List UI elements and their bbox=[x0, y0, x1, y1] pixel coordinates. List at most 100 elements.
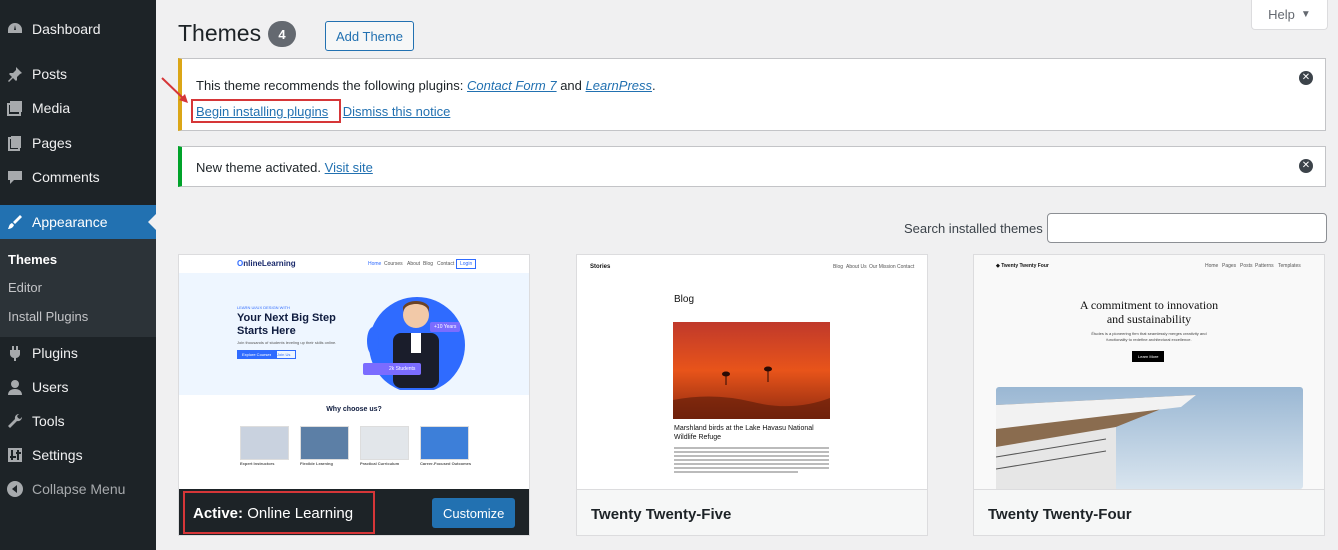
search-themes-input[interactable] bbox=[1047, 213, 1327, 243]
contact-form-7-link[interactable]: Contact Form 7 bbox=[467, 78, 557, 93]
learnpress-link[interactable]: LearnPress bbox=[586, 78, 652, 93]
preview-nav: About Us bbox=[846, 264, 867, 270]
menu-label: Appearance bbox=[32, 214, 108, 230]
preview-nav: Courses bbox=[384, 261, 403, 267]
notice-and: and bbox=[560, 78, 582, 93]
theme-card-twenty-twenty-four[interactable]: ◆ Twenty Twenty Four Home Pages Posts Pa… bbox=[973, 254, 1325, 536]
page-title: Themes bbox=[178, 20, 262, 46]
visit-site-link[interactable]: Visit site bbox=[325, 160, 373, 175]
close-icon[interactable]: ✕ bbox=[1299, 159, 1313, 173]
appearance-submenu: Themes Editor Install Plugins bbox=[0, 239, 156, 337]
preview-nav: Posts bbox=[1240, 263, 1253, 269]
settings-icon bbox=[6, 446, 24, 464]
theme-activated-notice: New theme activated. Visit site ✕ bbox=[178, 146, 1326, 187]
feature-image bbox=[240, 426, 289, 460]
preview-body-text bbox=[674, 447, 829, 475]
collapse-icon bbox=[6, 480, 24, 498]
annotation-arrow bbox=[161, 77, 188, 103]
menu-posts[interactable]: Posts bbox=[0, 57, 156, 91]
submenu-install-plugins[interactable]: Install Plugins bbox=[8, 309, 88, 324]
preview-badge: +10 Years bbox=[430, 322, 461, 332]
preview-caption: Marshland birds at the Lake Havasu Natio… bbox=[674, 425, 814, 441]
menu-label: Tools bbox=[32, 413, 65, 429]
menu-label: Comments bbox=[32, 169, 100, 185]
preview-cta: Join Us bbox=[271, 350, 297, 359]
admin-sidebar: Dashboard Posts Media Pages Comments App… bbox=[0, 0, 156, 550]
preview-nav: Login bbox=[456, 259, 477, 269]
menu-pages[interactable]: Pages bbox=[0, 126, 156, 160]
menu-appearance[interactable]: Appearance bbox=[0, 205, 156, 239]
collapse-menu-label: Collapse Menu bbox=[32, 481, 126, 497]
highlight-box bbox=[183, 491, 375, 534]
submenu-themes[interactable]: Themes bbox=[8, 252, 57, 267]
menu-plugins[interactable]: Plugins bbox=[0, 336, 156, 370]
menu-media[interactable]: Media bbox=[0, 91, 156, 125]
plugin-icon bbox=[6, 344, 24, 362]
preview-nav: Contact bbox=[897, 264, 915, 270]
caret-down-icon: ▼ bbox=[1300, 9, 1311, 20]
dismiss-notice-link[interactable]: Dismiss this notice bbox=[343, 104, 451, 119]
preview-headline: Your Next Big Step Starts Here bbox=[237, 312, 336, 337]
menu-dashboard[interactable]: Dashboard bbox=[0, 12, 156, 46]
feature-image bbox=[420, 426, 469, 460]
menu-comments[interactable]: Comments bbox=[0, 160, 156, 194]
menu-tools[interactable]: Tools bbox=[0, 404, 156, 438]
theme-screenshot: Stories Blog About Us Our Mission Contac… bbox=[577, 255, 927, 489]
menu-users[interactable]: Users bbox=[0, 370, 156, 404]
menu-settings[interactable]: Settings bbox=[0, 438, 156, 472]
notice-prefix: This theme recommends the following plug… bbox=[196, 78, 464, 93]
preview-badge: 2k Students bbox=[363, 363, 422, 375]
close-icon[interactable]: ✕ bbox=[1299, 71, 1313, 85]
preview-body-text: Études is a pioneering firm that seamles… bbox=[1091, 331, 1207, 342]
help-tab-button[interactable]: Help ▼ bbox=[1251, 0, 1328, 30]
pages-icon bbox=[6, 134, 24, 152]
comment-icon bbox=[6, 168, 24, 186]
dashboard-icon bbox=[6, 20, 24, 38]
preview-subline: Join thousands of students leveling up t… bbox=[237, 340, 337, 345]
preview-nav: About bbox=[407, 261, 421, 267]
feature-image bbox=[300, 426, 349, 460]
preview-logo: OnlineLearning bbox=[237, 259, 296, 268]
media-icon bbox=[6, 99, 24, 117]
search-label: Search installed themes bbox=[904, 221, 1043, 236]
current-menu-arrow bbox=[148, 214, 156, 230]
preview-nav: Home bbox=[368, 261, 382, 267]
preview-nav: Home bbox=[1205, 263, 1219, 269]
site-logo-icon: ◆ bbox=[996, 263, 1000, 269]
activated-text: New theme activated. bbox=[196, 160, 322, 175]
theme-name: Twenty Twenty-Five bbox=[591, 506, 732, 523]
preview-site-title: ◆ Twenty Twenty Four bbox=[996, 263, 1049, 269]
feature-image bbox=[360, 426, 409, 460]
customize-button[interactable]: Customize bbox=[432, 498, 516, 528]
preview-nav: Blog bbox=[423, 261, 434, 267]
preview-headline: A commitment to innovation and sustainab… bbox=[1079, 298, 1219, 326]
feature-title: Practical Curriculum bbox=[360, 461, 400, 466]
preview-hero-image bbox=[996, 387, 1303, 489]
menu-label: Plugins bbox=[32, 345, 78, 361]
preview-nav: Contact bbox=[437, 261, 455, 267]
menu-label: Settings bbox=[32, 447, 83, 463]
preview-section-title: Why choose us? bbox=[326, 406, 382, 413]
user-icon bbox=[6, 378, 24, 396]
notice-message: This theme recommends the following plug… bbox=[196, 78, 656, 93]
theme-count-badge: 4 bbox=[268, 21, 296, 47]
menu-label: Users bbox=[32, 379, 69, 395]
preview-heading: Blog bbox=[674, 294, 695, 305]
preview-hero-image bbox=[673, 322, 830, 419]
feature-title: Flexible Learning bbox=[300, 461, 333, 466]
submenu-editor[interactable]: Editor bbox=[8, 280, 42, 295]
theme-card-twenty-twenty-five[interactable]: Stories Blog About Us Our Mission Contac… bbox=[576, 254, 928, 536]
add-theme-button[interactable]: Add Theme bbox=[325, 21, 414, 51]
pushpin-icon bbox=[6, 65, 24, 83]
paintbrush-icon bbox=[6, 213, 24, 231]
preview-nav: Our Mission bbox=[869, 264, 896, 270]
notice-period: . bbox=[652, 78, 656, 93]
plugin-recommendation-notice: This theme recommends the following plug… bbox=[178, 58, 1326, 131]
theme-screenshot: OnlineLearning Home Courses About Blog C… bbox=[179, 255, 529, 489]
theme-footer: Twenty Twenty-Five bbox=[577, 489, 927, 535]
feature-title: Expert Instructors bbox=[240, 461, 275, 466]
menu-label: Media bbox=[32, 100, 71, 116]
theme-name: Twenty Twenty-Four bbox=[988, 506, 1132, 523]
collapse-menu-button[interactable]: Collapse Menu bbox=[0, 472, 156, 506]
feature-title: Career-Focused Outcomes bbox=[420, 461, 472, 466]
